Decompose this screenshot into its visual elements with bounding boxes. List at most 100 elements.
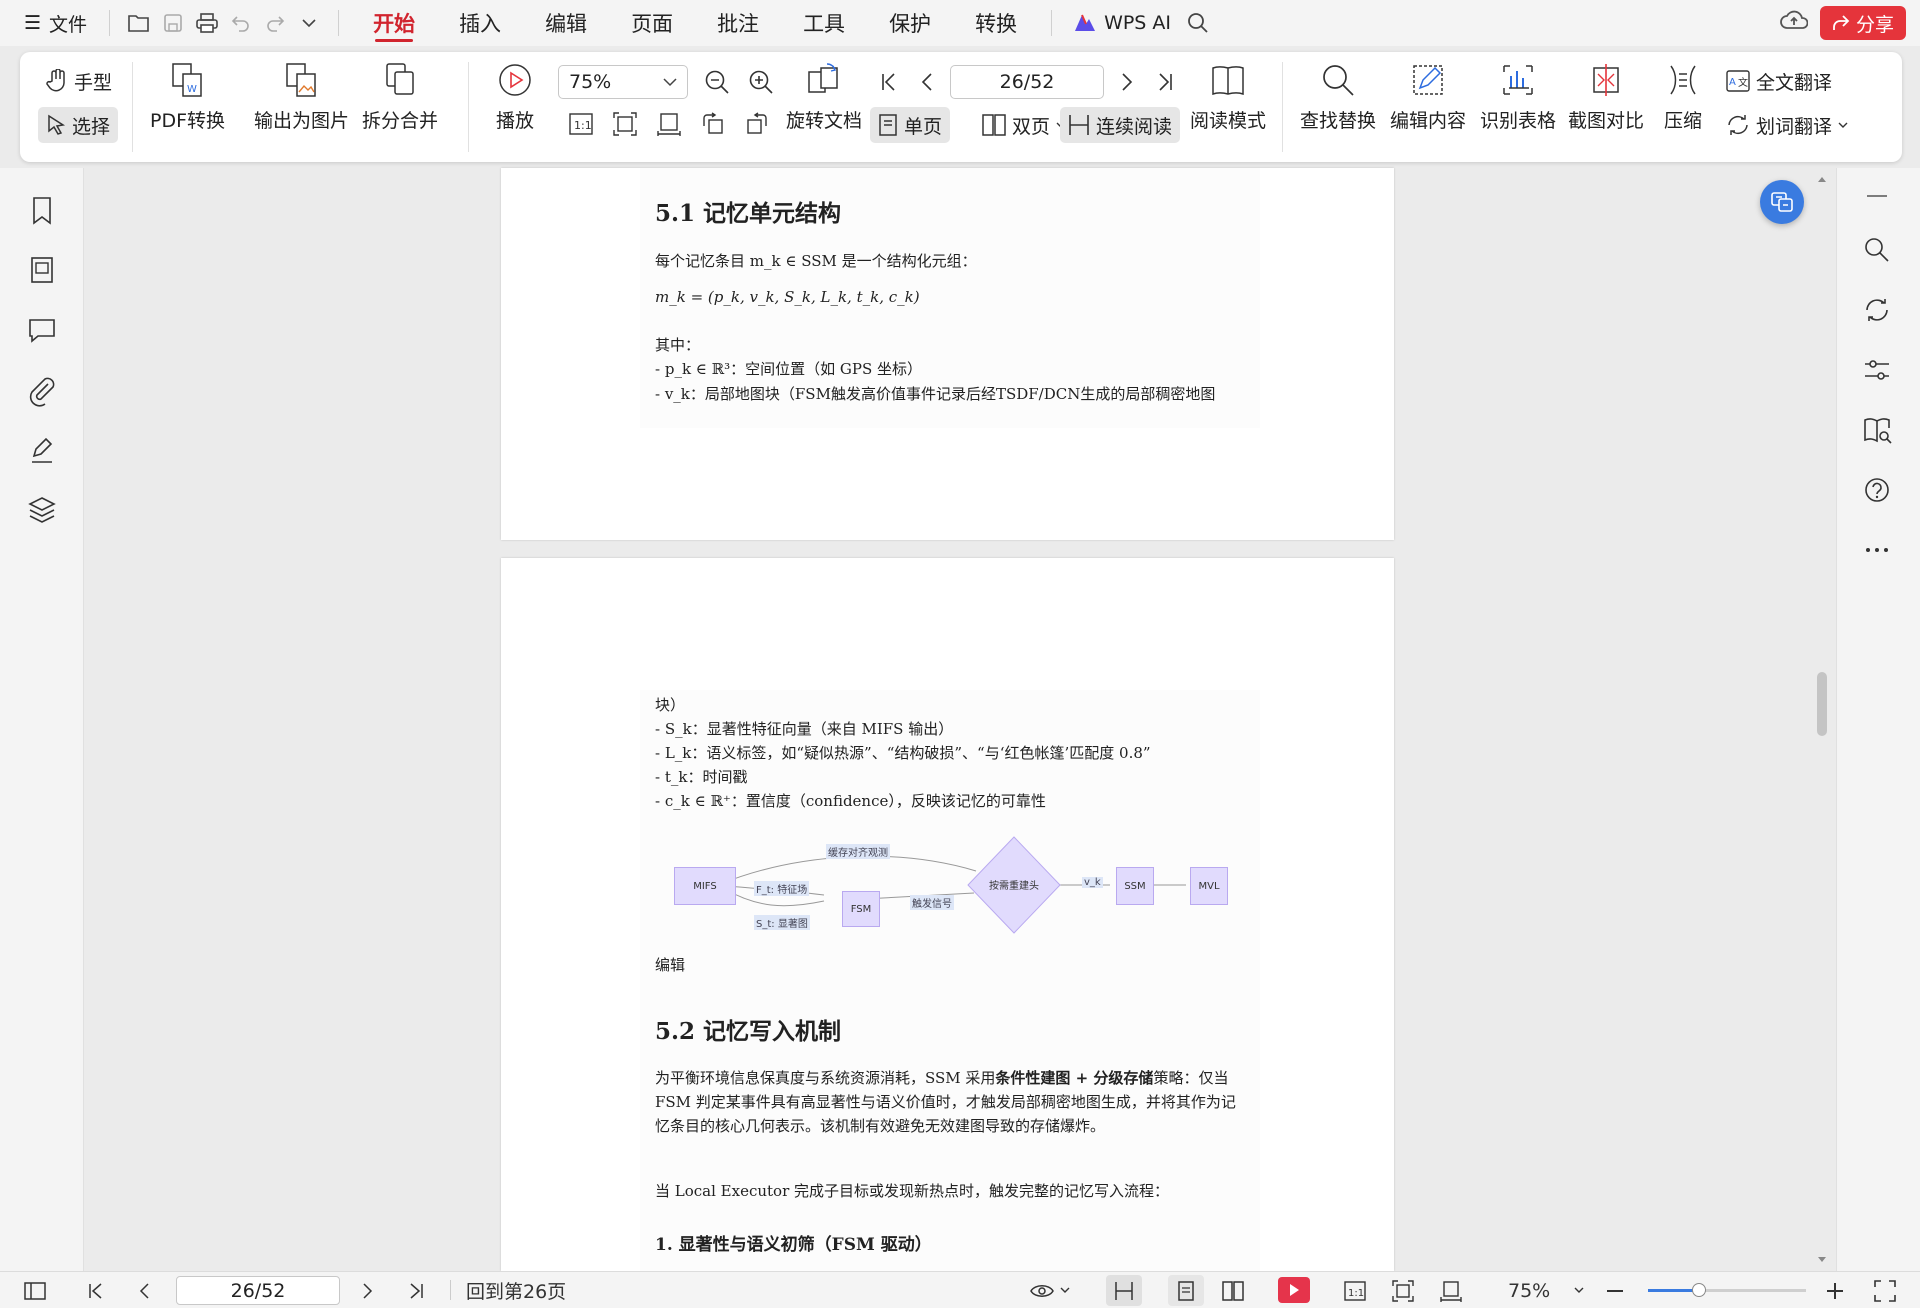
screenshot-compare-button[interactable]: 截图对比 [1568,62,1644,133]
last-page-icon[interactable] [408,1272,424,1308]
share-button[interactable]: 分享 [1819,6,1906,40]
status-zoom-select[interactable]: 75% [1508,1272,1584,1308]
fit-width-icon[interactable] [1440,1272,1462,1308]
tab-convert[interactable]: 转换 [953,0,1039,46]
tab-tools[interactable]: 工具 [781,0,867,46]
tab-page[interactable]: 页面 [609,0,695,46]
body-text: 其中： [655,336,701,354]
thumbnail-icon[interactable] [24,252,60,288]
first-page-icon[interactable] [872,65,906,99]
print-icon[interactable] [190,6,224,40]
status-page-value: 26/52 [230,1279,286,1302]
play-button[interactable]: 播放 [496,62,534,133]
rotate-doc-label: 旋转文档 [786,110,863,132]
save-icon[interactable] [156,6,190,40]
zoom-slider[interactable] [1648,1283,1806,1297]
export-image-button[interactable]: 输出为图片 [254,62,349,133]
toggle-sidebar-icon[interactable] [24,1272,46,1308]
fit-width-icon[interactable] [652,107,686,141]
settings-sliders-icon[interactable] [1859,352,1895,388]
actual-size-icon[interactable]: 1:1 [564,107,598,141]
search-icon[interactable] [1859,232,1895,268]
next-page-icon[interactable] [1110,65,1144,99]
undo-icon[interactable] [224,6,258,40]
translate-icon[interactable] [1859,292,1895,328]
minimize-panel-icon[interactable] [1859,178,1895,214]
share-label: 分享 [1855,13,1894,36]
rotate-doc-button[interactable]: 旋转文档 [786,62,862,133]
table-recognize-icon [1503,65,1533,95]
play-slideshow-icon[interactable] [1278,1277,1310,1303]
book-search-icon[interactable] [1859,412,1895,448]
single-page-button[interactable]: 单页 [870,107,951,143]
layers-icon[interactable] [24,492,60,528]
prev-page-icon[interactable] [910,65,944,99]
chevron-down-icon [1838,122,1848,128]
first-page-icon[interactable] [88,1272,104,1308]
double-view-icon[interactable] [1222,1272,1244,1308]
zoom-in-icon[interactable] [744,65,778,99]
actual-size-icon[interactable]: 1:1 [1344,1272,1366,1308]
zoom-out-icon[interactable] [1606,1272,1624,1308]
compress-button[interactable]: 压缩 [1664,62,1702,133]
tab-start[interactable]: 开始 [351,0,437,46]
zoom-slider-knob[interactable] [1691,1283,1706,1297]
single-view-icon[interactable] [1168,1275,1204,1306]
fit-page-icon[interactable] [1392,1272,1414,1308]
zoom-in-icon[interactable] [1826,1272,1844,1308]
next-page-icon[interactable] [362,1272,374,1308]
eye-view-button[interactable] [1030,1272,1070,1308]
fullscreen-icon[interactable] [1874,1272,1896,1308]
continuous-read-button[interactable]: 连续阅读 [1060,107,1181,143]
zoom-select[interactable]: 75% [558,65,688,99]
scrollbar-thumb[interactable] [1817,672,1827,736]
tab-edit[interactable]: 编辑 [523,0,609,46]
wps-ai-label: WPS AI [1104,12,1172,34]
vertical-scrollbar[interactable] [1812,168,1832,1271]
file-menu[interactable]: ☰ 文件 [0,0,97,46]
paragraph: 为平衡环境信息保真度与系统资源消耗，SSM 采用条件性建图 + 分级存储策略：仅… [655,1066,1245,1138]
hand-tool-button[interactable]: 手型 [38,63,120,99]
pdf-convert-button[interactable]: W PDF转换 [150,62,225,133]
open-folder-icon[interactable] [122,6,156,40]
tab-annotate[interactable]: 批注 [695,0,781,46]
chevron-down-icon[interactable] [292,6,326,40]
attachment-icon[interactable] [24,372,60,408]
status-page-input[interactable]: 26/52 [176,1276,340,1305]
select-tool-button[interactable]: 选择 [38,107,119,143]
word-translate-button[interactable]: 划词翻译 [1718,107,1856,143]
tab-protect[interactable]: 保护 [867,0,953,46]
cloud-upload-icon[interactable] [1780,8,1810,38]
bookmark-icon[interactable] [24,192,60,228]
help-icon[interactable] [1859,472,1895,508]
continuous-view-icon[interactable] [1106,1275,1142,1306]
edit-link[interactable]: 编辑 [655,954,685,975]
comment-icon[interactable] [24,312,60,348]
redo-icon[interactable] [258,6,292,40]
find-replace-label: 查找替换 [1300,110,1377,132]
edit-content-button[interactable]: 编辑内容 [1390,62,1466,133]
search-icon[interactable] [1181,6,1215,40]
rotate-right-icon[interactable] [740,107,774,141]
recognize-table-button[interactable]: 识别表格 [1480,62,1556,133]
split-merge-button[interactable]: 拆分合并 [362,62,438,133]
signature-icon[interactable] [24,432,60,468]
find-replace-button[interactable]: 查找替换 [1300,62,1376,133]
prev-page-icon[interactable] [138,1272,150,1308]
list-item: - S_k：显著性特征向量（来自 MIFS 输出） [655,720,954,738]
back-to-page-link[interactable]: 回到第26页 [466,1272,566,1308]
zoom-out-icon[interactable] [700,65,734,99]
wps-ai-button[interactable]: WPS AI [1064,0,1181,46]
last-page-icon[interactable] [1148,65,1182,99]
page-number-input[interactable]: 26/52 [950,65,1104,99]
read-mode-button[interactable]: 阅读模式 [1190,62,1266,133]
fit-page-icon[interactable] [608,107,642,141]
scroll-up-icon[interactable] [1812,172,1832,186]
float-translate-button[interactable] [1760,180,1804,224]
tab-insert[interactable]: 插入 [437,0,523,46]
double-page-button[interactable]: 双页 [974,107,1074,143]
rotate-left-icon[interactable] [696,107,730,141]
more-icon[interactable] [1859,532,1895,568]
full-translate-button[interactable]: A文 全文翻译 [1718,63,1840,99]
scroll-down-icon[interactable] [1812,1253,1832,1267]
